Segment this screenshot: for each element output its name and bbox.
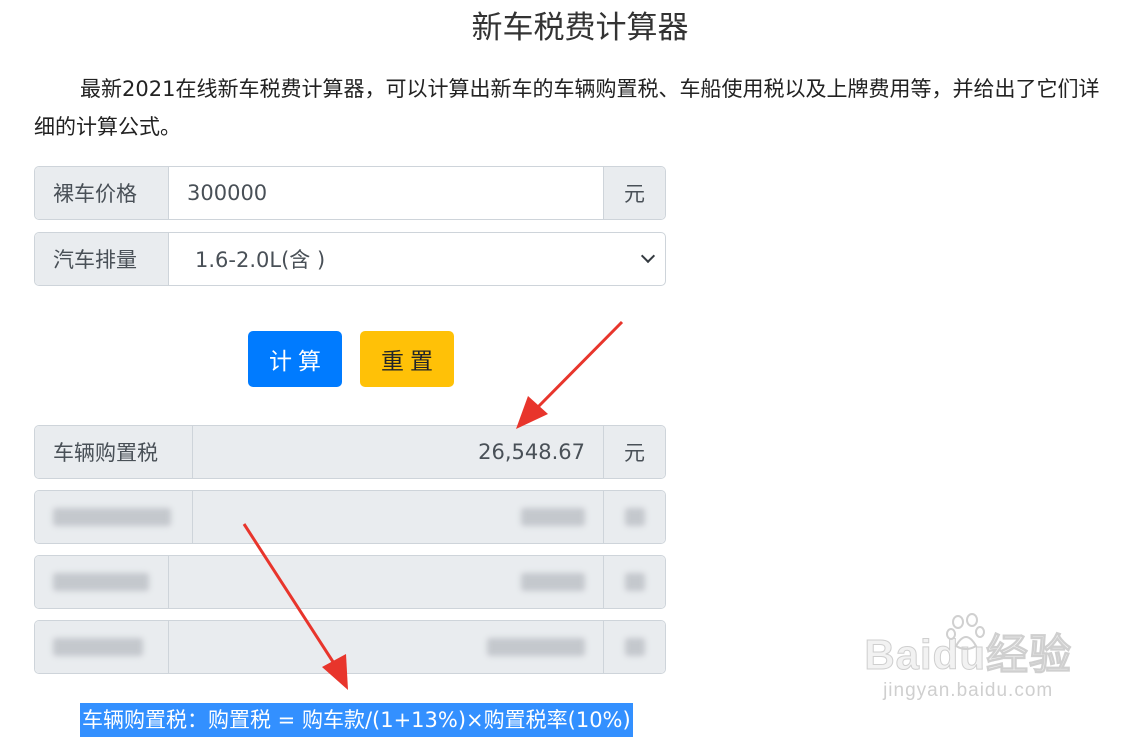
- page-title: 新车税费计算器: [471, 10, 689, 46]
- arrow-to-tax-value-icon: [516, 320, 624, 429]
- blurred-label: [35, 491, 192, 543]
- blurred-unit: [603, 556, 665, 608]
- calculate-button[interactable]: 计算: [248, 331, 342, 387]
- displacement-label: 汽车排量: [35, 233, 168, 285]
- blurred-unit: [603, 621, 665, 673]
- purchase-tax-result-group: 车辆购置税 26,548.67 元: [34, 425, 666, 479]
- page: 新车税费计算器 最新2021在线新车税费计算器，可以计算出新车的车辆购置税、车船…: [0, 0, 1130, 755]
- price-unit: 元: [603, 167, 665, 219]
- purchase-tax-value: 26,548.67: [192, 426, 603, 478]
- baidu-watermark: Baidu经验 jingyan.baidu.com: [864, 613, 1072, 702]
- blurred-label: [35, 621, 168, 673]
- price-input-group: 裸车价格 300000 元: [34, 166, 666, 220]
- price-label: 裸车价格: [35, 167, 168, 219]
- displacement-selected-value: 1.6-2.0L(含 ): [195, 248, 326, 272]
- formula-highlight: 车辆购置税：购置税 = 购车款/(1+13%)×购置税率(10%): [80, 703, 633, 737]
- purchase-tax-label: 车辆购置税: [35, 426, 192, 478]
- watermark-url: jingyan.baidu.com: [883, 680, 1054, 701]
- displacement-select[interactable]: 1.6-2.0L(含 ): [168, 233, 665, 285]
- blurred-label: [35, 556, 168, 608]
- blurred-value: [168, 621, 603, 673]
- intro-paragraph: 最新2021在线新车税费计算器，可以计算出新车的车辆购置税、车船使用税以及上牌费…: [34, 77, 1100, 139]
- reset-button[interactable]: 重置: [360, 331, 454, 387]
- chevron-down-icon: [640, 248, 656, 264]
- displacement-select-group: 汽车排量 1.6-2.0L(含 ): [34, 232, 666, 286]
- paw-logo-icon: [946, 613, 986, 650]
- blurred-value: [168, 556, 603, 608]
- blurred-result-row: [34, 490, 666, 544]
- blurred-result-row: [34, 555, 666, 609]
- blurred-unit: [603, 491, 665, 543]
- price-input[interactable]: 300000: [168, 167, 603, 219]
- purchase-tax-unit: 元: [603, 426, 665, 478]
- blurred-result-row: [34, 620, 666, 674]
- blurred-value: [192, 491, 603, 543]
